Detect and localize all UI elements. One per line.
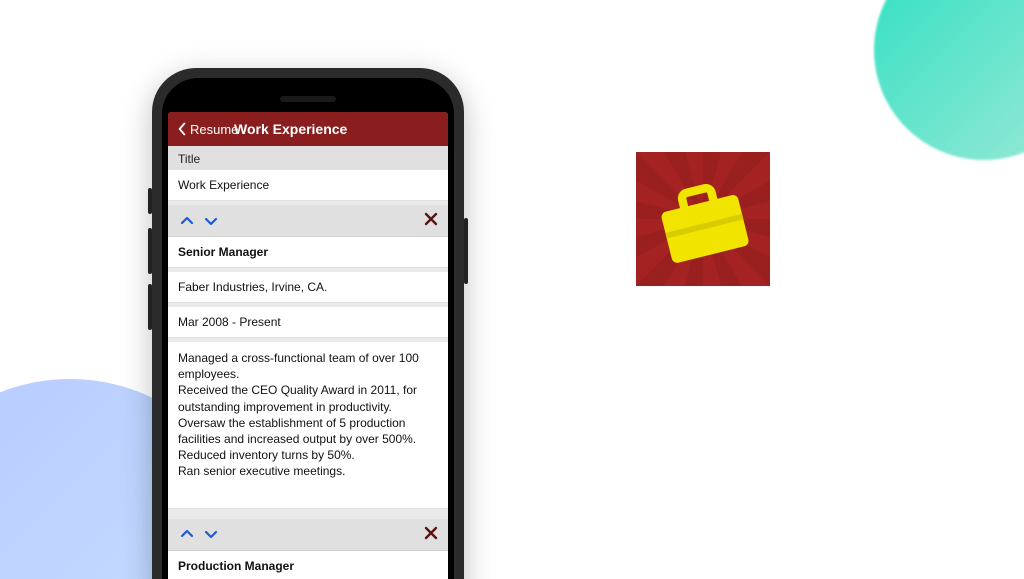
entry-controls xyxy=(168,205,448,237)
job-title-input[interactable]: Senior Manager xyxy=(168,237,448,268)
back-label: Resume xyxy=(190,122,238,137)
navigation-bar: Resume Work Experience xyxy=(168,112,448,146)
description-input[interactable]: Managed a cross-functional team of over … xyxy=(168,342,448,509)
title-input[interactable]: Work Experience xyxy=(168,170,448,201)
phone-screen: Resume Work Experience Title Work Experi… xyxy=(168,112,448,579)
chevron-left-icon xyxy=(176,122,188,136)
company-input[interactable]: Faber Industries, Irvine, CA. xyxy=(168,272,448,303)
move-down-button[interactable] xyxy=(202,525,220,543)
move-down-button[interactable] xyxy=(202,212,220,230)
delete-entry-button[interactable] xyxy=(424,212,438,229)
app-icon xyxy=(636,152,770,286)
dates-input[interactable]: Mar 2008 - Present xyxy=(168,307,448,338)
job-title-input[interactable]: Production Manager xyxy=(168,551,448,579)
delete-entry-button[interactable] xyxy=(424,526,438,543)
entry-controls xyxy=(168,519,448,551)
move-up-button[interactable] xyxy=(178,212,196,230)
page-title: Work Experience xyxy=(234,121,440,137)
decorative-blob-top-right xyxy=(874,0,1024,160)
move-up-button[interactable] xyxy=(178,525,196,543)
title-header: Title xyxy=(168,146,448,170)
form-content: Title Work Experience Senior Manager Fab… xyxy=(168,146,448,579)
phone-frame: Resume Work Experience Title Work Experi… xyxy=(152,68,464,579)
